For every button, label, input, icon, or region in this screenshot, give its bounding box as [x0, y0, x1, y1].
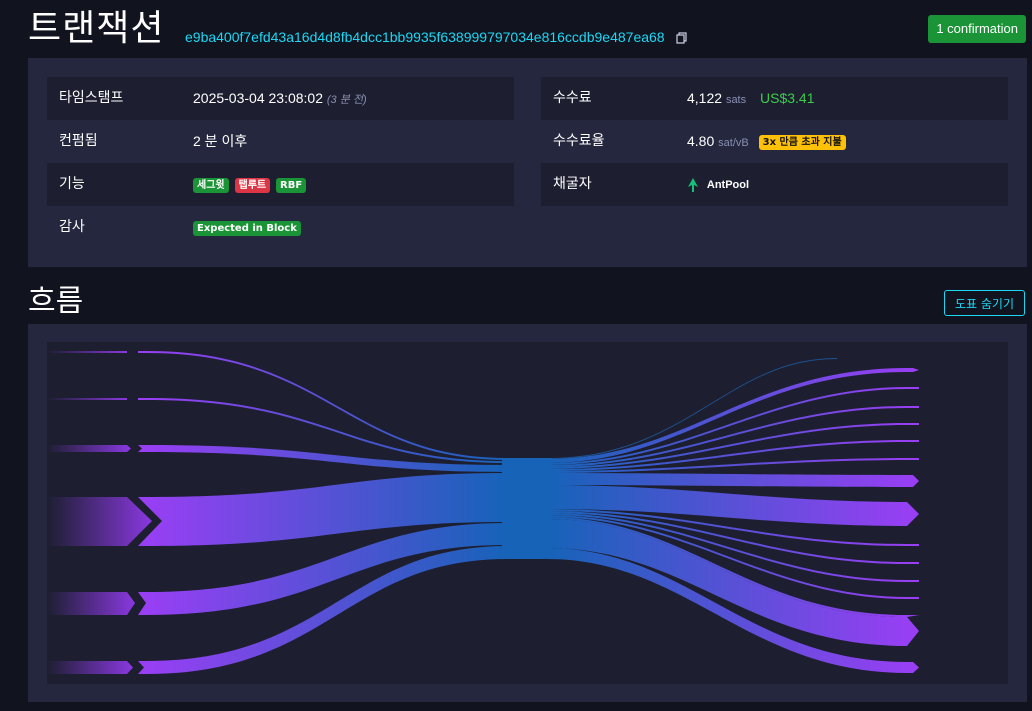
input-stub[interactable] — [47, 351, 127, 353]
confirmed-label: 컨펌됨 — [59, 133, 98, 149]
output-flow[interactable] — [547, 473, 919, 487]
miner-value[interactable]: AntPool — [687, 163, 749, 207]
segwit-tag[interactable]: 세그윗 — [193, 177, 229, 193]
fee-row: 수수료 4,122 sats US$3.41 — [541, 77, 1008, 120]
flow-diagram — [47, 342, 1008, 684]
hide-diagram-button[interactable]: 도표 숨기기 — [944, 290, 1025, 316]
timestamp-date: 2025-03-04 23:08:02 — [193, 90, 323, 106]
taproot-tag[interactable]: 탭루트 — [234, 177, 271, 193]
input-stub[interactable] — [47, 497, 152, 546]
output-flows — [547, 358, 919, 673]
output-flow[interactable] — [547, 548, 919, 673]
output-flow[interactable] — [547, 358, 837, 459]
confirmed-row: 컨펌됨 2 분 이후 — [47, 120, 514, 163]
input-stub[interactable] — [47, 445, 131, 452]
timestamp-value: 2025-03-04 23:08:02 (3 분 전) — [193, 77, 367, 122]
fee-unit: sats — [725, 94, 747, 106]
overpaid-badge[interactable]: 3x 만큼 초과 지불 — [758, 134, 846, 150]
features-row: 기능 세그윗 탭루트 RBF — [47, 163, 514, 206]
features-label: 기능 — [59, 176, 85, 192]
miner-label: 채굴자 — [553, 176, 592, 192]
miner-row: 채굴자 AntPool — [541, 163, 1008, 206]
fee-label: 수수료 — [553, 90, 592, 106]
input-stubs — [47, 351, 152, 674]
audit-row: 감사 Expected in Block — [47, 206, 514, 249]
miner-name: AntPool — [706, 178, 750, 191]
antpool-logo-icon — [688, 178, 698, 193]
input-flows — [138, 351, 507, 674]
flow-title: 흐름 — [28, 284, 84, 319]
rbf-tag[interactable]: RBF — [276, 177, 307, 193]
audit-value: Expected in Block — [193, 206, 303, 249]
fee-value: 4,122 sats US$3.41 — [687, 77, 815, 122]
input-stub[interactable] — [47, 592, 135, 615]
features-tags: 세그윗 탭루트 RBF — [193, 163, 308, 206]
fee-usd: US$3.41 — [760, 90, 815, 106]
page-title: 트랜잭션 — [28, 8, 165, 49]
audit-badge[interactable]: Expected in Block — [193, 220, 301, 236]
confirmed-value: 2 분 이후 — [193, 133, 248, 149]
flow-section — [28, 324, 1027, 702]
transaction-node[interactable] — [502, 458, 552, 559]
fee-rate-unit: sat/vB — [718, 137, 749, 149]
timestamp-ago: (3 분 전) — [326, 94, 367, 106]
title-row: 트랜잭션 e9ba400f7efd43a16d4d8fb4dcc1bb9935f… — [28, 6, 1028, 52]
output-flow[interactable] — [547, 368, 919, 463]
fee-rate-row: 수수료율 4.80 sat/vB 3x 만큼 초과 지불 — [541, 120, 1008, 163]
fee-amount: 4,122 — [687, 90, 723, 106]
fee-rate-value: 4.80 sat/vB 3x 만큼 초과 지불 — [687, 120, 848, 165]
copy-icon[interactable] — [676, 32, 688, 44]
confirmation-badge: 1 confirmation — [928, 15, 1026, 43]
timestamp-row: 타임스탬프 2025-03-04 23:08:02 (3 분 전) — [47, 77, 514, 120]
fee-rate-label: 수수료율 — [553, 133, 605, 149]
timestamp-label: 타임스탬프 — [59, 90, 124, 106]
audit-label: 감사 — [59, 219, 85, 235]
input-stub[interactable] — [47, 661, 133, 674]
input-flow[interactable] — [138, 351, 507, 460]
fee-rate-amount: 4.80 — [687, 133, 715, 149]
transaction-details: 타임스탬프 2025-03-04 23:08:02 (3 분 전) 컨펌됨 2 … — [28, 58, 1027, 267]
input-stub[interactable] — [47, 398, 127, 400]
transaction-id-link[interactable]: e9ba400f7efd43a16d4d8fb4dcc1bb9935f63899… — [185, 29, 665, 45]
